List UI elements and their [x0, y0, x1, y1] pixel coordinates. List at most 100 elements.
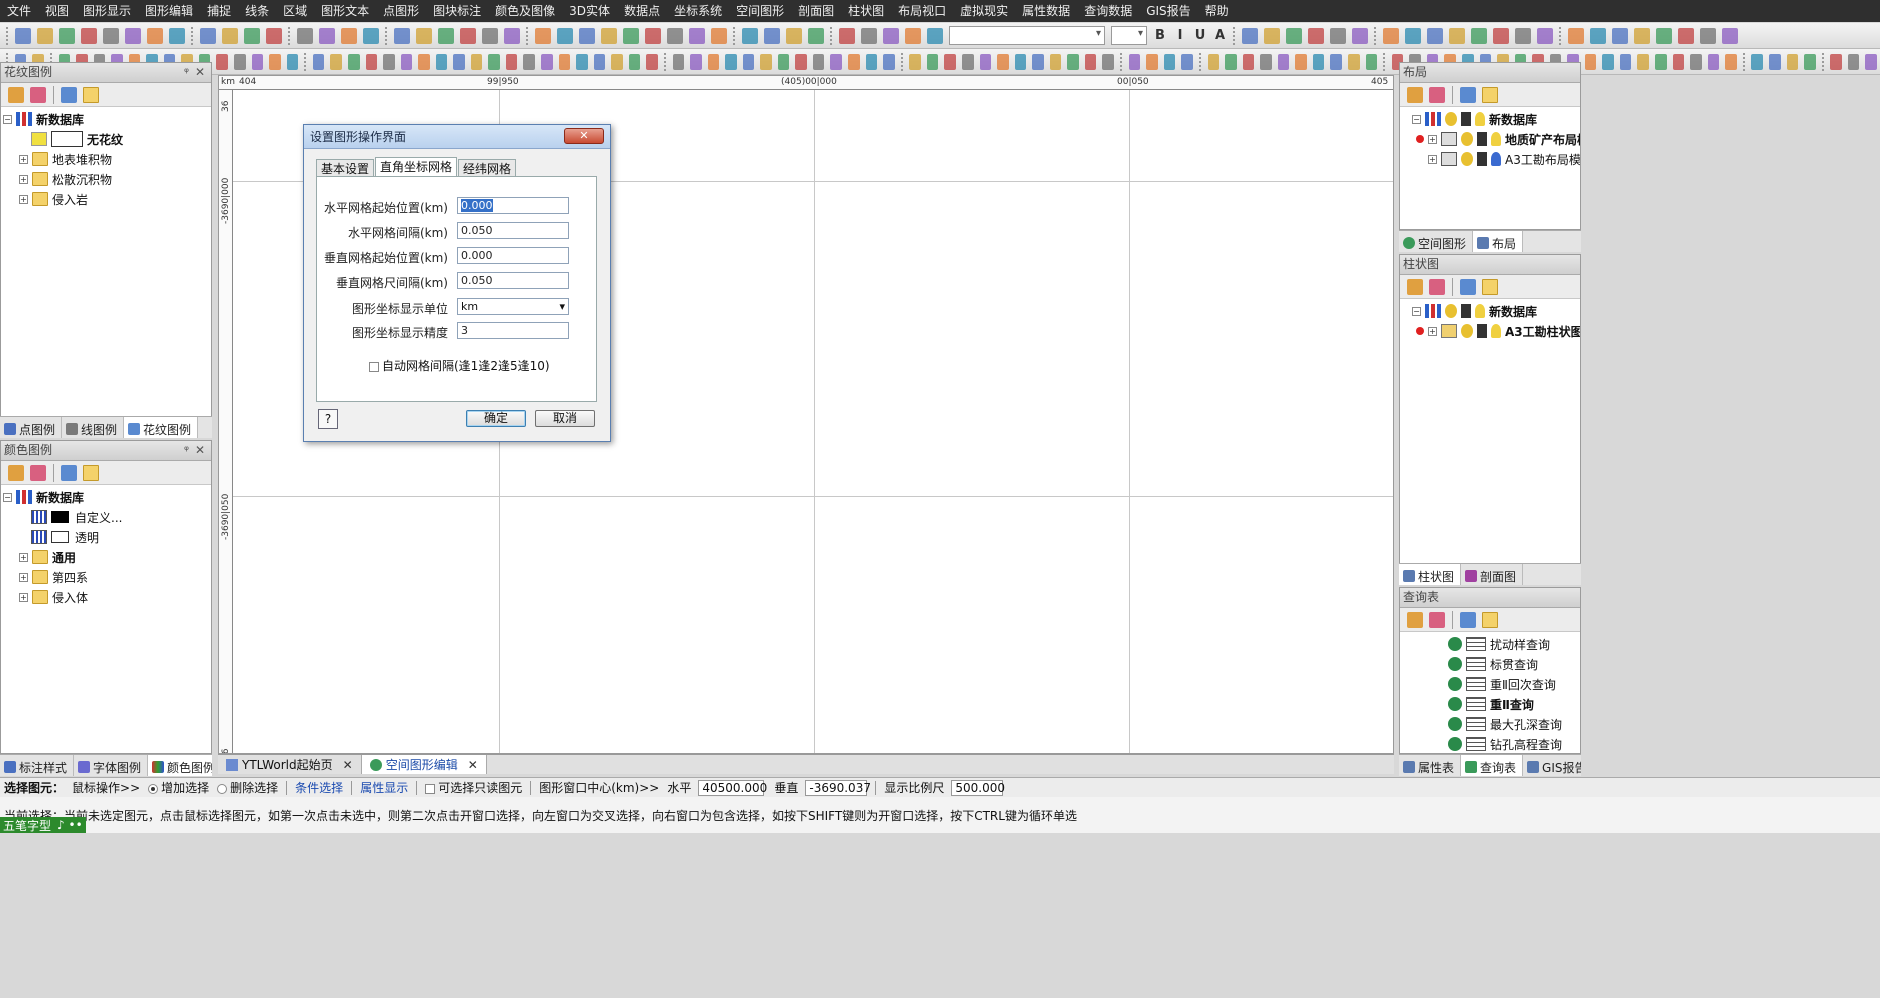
query-item[interactable]: 扰动样查询	[1448, 634, 1550, 654]
toolbar-grip[interactable]	[1383, 52, 1386, 71]
close-icon[interactable]: ✕	[468, 758, 478, 772]
tool-icon[interactable]	[927, 27, 943, 44]
tool-icon[interactable]	[628, 53, 641, 70]
tool-icon[interactable]	[1312, 53, 1325, 70]
pin-icon[interactable]: ᵠ	[184, 63, 189, 82]
help-button[interactable]: ?	[318, 409, 338, 429]
tool-icon[interactable]	[1277, 53, 1290, 70]
tool-icon[interactable]	[1427, 27, 1443, 44]
tool-icon[interactable]	[1449, 27, 1465, 44]
tool-icon[interactable]	[1084, 53, 1097, 70]
tree-node-column[interactable]: + A3工勘柱状图	[1416, 321, 1580, 341]
tab-column-chart[interactable]: 柱状图	[1399, 564, 1462, 585]
tool-icon[interactable]	[944, 53, 957, 70]
tool-icon[interactable]	[962, 53, 974, 70]
tool-icon[interactable]	[504, 27, 520, 44]
tab-spatial-graphics[interactable]: 空间图形	[1399, 231, 1474, 252]
menu-item[interactable]: 文件	[0, 0, 38, 22]
menu-item[interactable]: GIS报告	[1139, 0, 1197, 22]
menu-item[interactable]: 数据点	[617, 0, 667, 22]
toolbar-grip[interactable]	[6, 26, 9, 45]
tool-icon[interactable]	[1584, 53, 1597, 70]
italic-button[interactable]: I	[1170, 28, 1190, 43]
query-item[interactable]: 重Ⅱ查询	[1448, 694, 1534, 714]
tool-icon[interactable]	[222, 27, 238, 44]
tree-node-database[interactable]: − 新数据库	[1412, 109, 1537, 129]
tool-icon[interactable]	[1612, 27, 1628, 44]
tool-icon[interactable]	[330, 53, 342, 70]
menu-item[interactable]: 查询数据	[1077, 0, 1139, 22]
expand-icon[interactable]: +	[1428, 154, 1437, 164]
font-combo[interactable]	[949, 26, 1105, 45]
tool-icon[interactable]	[1067, 53, 1079, 70]
tool-icon[interactable]	[883, 27, 899, 44]
tool-icon[interactable]	[623, 27, 639, 44]
tab-color-legend[interactable]: 颜色图例	[148, 755, 212, 776]
menu-item[interactable]: 线条	[238, 0, 276, 22]
tool-icon[interactable]	[1537, 27, 1553, 44]
tool-icon[interactable]	[690, 53, 702, 70]
collapse-icon[interactable]: −	[3, 492, 12, 502]
precision-input[interactable]: 3	[457, 322, 569, 339]
tool-icon[interactable]	[341, 27, 357, 44]
attribute-show-link[interactable]: 属性显示	[356, 779, 412, 796]
tool-icon[interactable]	[1330, 27, 1346, 44]
tool-icon[interactable]	[576, 53, 588, 70]
tool-icon[interactable]	[593, 53, 606, 70]
filter-icon[interactable]	[1407, 86, 1423, 103]
tool-icon[interactable]	[1032, 53, 1044, 70]
tool-icon[interactable]	[839, 27, 855, 44]
tool-icon[interactable]	[1295, 53, 1307, 70]
menu-item[interactable]: 颜色及图像	[488, 0, 562, 22]
tool-icon[interactable]	[1365, 53, 1378, 70]
tool-icon[interactable]	[147, 27, 163, 44]
tool-icon[interactable]	[601, 27, 617, 44]
tool-icon[interactable]	[848, 53, 860, 70]
sort-icon[interactable]	[1429, 278, 1445, 295]
tool-icon[interactable]	[909, 53, 921, 70]
toolbar-grip[interactable]	[304, 52, 307, 71]
tool-icon[interactable]	[883, 53, 895, 70]
tool-icon[interactable]	[611, 53, 623, 70]
menu-item[interactable]: 帮助	[1198, 0, 1236, 22]
tool-icon[interactable]	[1847, 53, 1860, 70]
tool-icon[interactable]	[1656, 27, 1672, 44]
menu-item[interactable]: 图形显示	[76, 0, 138, 22]
sort-icon[interactable]	[30, 464, 46, 481]
tree-node-database[interactable]: − 新数据库	[3, 487, 84, 507]
tool-icon[interactable]	[37, 27, 53, 44]
tool-icon[interactable]	[1260, 53, 1272, 70]
tool-icon[interactable]	[812, 53, 825, 70]
tool-icon[interactable]	[460, 27, 476, 44]
tool-icon[interactable]	[905, 27, 921, 44]
collapse-icon[interactable]: −	[1412, 114, 1421, 124]
tree-node-no-pattern[interactable]: 无花纹	[31, 129, 123, 149]
toolbar-grip[interactable]	[733, 26, 736, 45]
tool-icon[interactable]	[286, 53, 299, 70]
tool-icon[interactable]	[1725, 53, 1737, 70]
tool-icon[interactable]	[1286, 27, 1302, 44]
collapse-icon[interactable]: −	[1412, 306, 1421, 316]
tool-icon[interactable]	[1242, 53, 1255, 70]
tool-icon[interactable]	[1207, 53, 1220, 70]
tool-icon[interactable]	[1128, 53, 1141, 70]
tool-icon[interactable]	[251, 53, 264, 70]
menu-item[interactable]: 图形文本	[314, 0, 376, 22]
tool-icon[interactable]	[216, 53, 228, 70]
add-select-radio[interactable]: 增加选择	[144, 779, 213, 796]
tool-icon[interactable]	[672, 53, 685, 70]
size-combo[interactable]	[1111, 26, 1147, 45]
tree-node-template[interactable]: + 地质矿产布局模板	[1416, 129, 1580, 149]
collapse-icon[interactable]: −	[3, 114, 12, 124]
menu-item[interactable]: 区域	[276, 0, 314, 22]
tool-icon[interactable]	[861, 27, 877, 44]
tool-icon[interactable]	[348, 53, 360, 70]
tool-icon[interactable]	[394, 27, 410, 44]
toolbar-grip[interactable]	[1821, 52, 1825, 71]
properties-icon[interactable]	[61, 464, 77, 481]
tool-icon[interactable]	[1225, 53, 1237, 70]
tool-icon[interactable]	[1804, 53, 1816, 70]
toolbar-grip[interactable]	[1559, 26, 1562, 45]
tool-icon[interactable]	[1678, 27, 1694, 44]
filter-icon[interactable]	[8, 464, 24, 481]
